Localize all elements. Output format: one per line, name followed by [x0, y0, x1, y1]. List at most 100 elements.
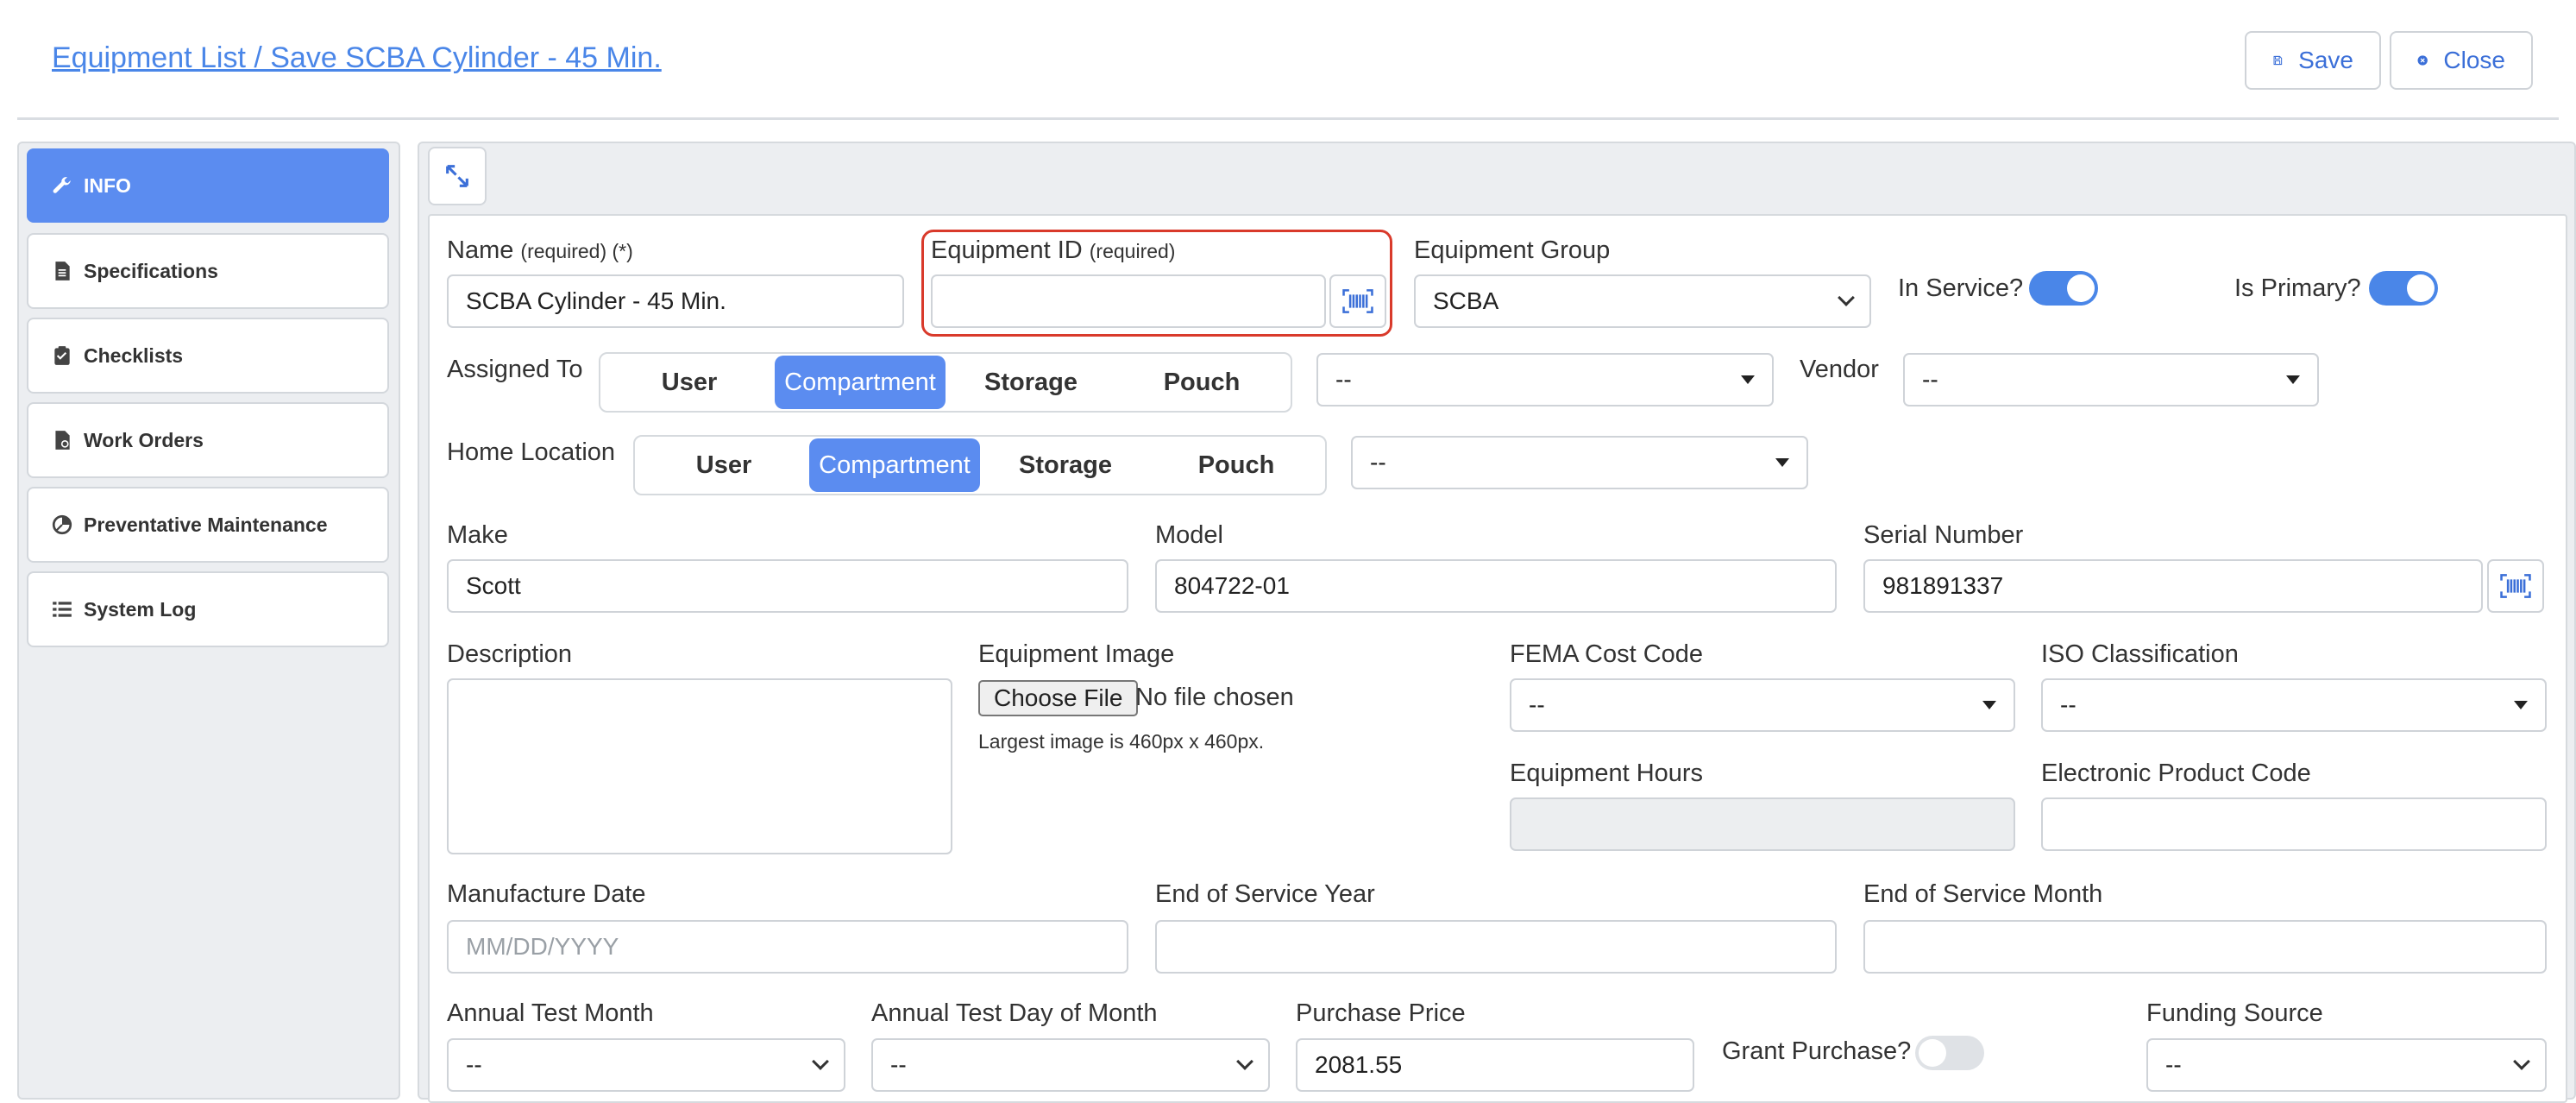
assigned-to-select-value: -- — [1335, 366, 1352, 393]
purchase-price-input[interactable]: 2081.55 — [1296, 1038, 1694, 1092]
serial-number-input[interactable]: 981891337 — [1863, 559, 2483, 613]
sidebar-item-label: System Log — [84, 597, 197, 621]
equipment-hours-input[interactable] — [1510, 797, 2015, 851]
toggle-knob — [1919, 1039, 1946, 1067]
work-order-icon — [55, 431, 70, 450]
chevron-down-icon — [2513, 1053, 2530, 1070]
fema-cost-code-value: -- — [1529, 691, 1545, 718]
toggle-knob — [2067, 274, 2095, 302]
serial-number-scan-button[interactable] — [2487, 559, 2544, 613]
equipment-image-label: Equipment Image — [978, 640, 1175, 668]
annual-test-month-value: -- — [466, 1051, 482, 1078]
funding-source-value: -- — [2165, 1051, 2182, 1078]
assigned-to-label: Assigned To — [447, 356, 583, 383]
save-label: Save — [2298, 47, 2353, 73]
wrench-icon — [53, 177, 71, 193]
assigned-to-compartment[interactable]: Compartment — [775, 356, 946, 409]
annual-test-month-select[interactable]: -- — [447, 1038, 845, 1092]
sidebar-item-label: Preventative Maintenance — [84, 513, 328, 536]
sidebar-item-label: Specifications — [84, 259, 218, 282]
expand-button[interactable] — [428, 147, 487, 205]
toggle-knob — [2407, 274, 2435, 302]
name-label: Name (required) (*) — [447, 236, 633, 264]
caret-down-icon — [2286, 375, 2300, 384]
in-service-toggle[interactable] — [2029, 271, 2098, 306]
description-label: Description — [447, 640, 573, 668]
caret-down-icon — [2514, 701, 2528, 709]
breadcrumb[interactable]: Equipment List / Save SCBA Cylinder - 45… — [52, 41, 662, 75]
equipment-hours-label: Equipment Hours — [1510, 759, 1704, 787]
sidebar-item-info[interactable]: INFO — [27, 148, 389, 223]
equipment-group-label: Equipment Group — [1414, 236, 1611, 264]
grant-purchase-label: Grant Purchase? — [1722, 1037, 1912, 1065]
sidebar-item-specifications[interactable]: Specifications — [27, 233, 389, 309]
equipment-id-input[interactable] — [931, 274, 1326, 328]
vendor-label: Vendor — [1800, 356, 1879, 383]
assigned-to-pouch[interactable]: Pouch — [1116, 356, 1287, 409]
caret-down-icon — [1775, 458, 1789, 467]
sidebar-item-label: Work Orders — [84, 428, 204, 451]
make-label: Make — [447, 521, 508, 549]
close-label: Close — [2443, 47, 2505, 73]
model-input[interactable]: 804722-01 — [1155, 559, 1837, 613]
assigned-to-user[interactable]: User — [604, 356, 775, 409]
in-service-label: In Service? — [1898, 274, 2024, 302]
funding-source-label: Funding Source — [2146, 999, 2323, 1027]
end-of-service-month-input[interactable] — [1863, 920, 2547, 974]
sidebar-item-preventative-maintenance[interactable]: Preventative Maintenance — [27, 487, 389, 563]
floppy-disk-icon — [2273, 55, 2283, 66]
equipment-group-select[interactable]: SCBA — [1414, 274, 1871, 328]
assigned-to-storage[interactable]: Storage — [946, 356, 1116, 409]
barcode-scan-icon — [1342, 289, 1373, 313]
assigned-to-select[interactable]: -- — [1316, 353, 1774, 407]
save-button[interactable]: Save — [2245, 31, 2381, 90]
home-location-segmented: User Compartment Storage Pouch — [633, 435, 1327, 495]
choose-file-button[interactable]: Choose File — [978, 680, 1139, 716]
annual-test-day-select[interactable]: -- — [871, 1038, 1270, 1092]
vendor-select[interactable]: -- — [1903, 353, 2319, 407]
equipment-group-value: SCBA — [1433, 287, 1499, 314]
model-label: Model — [1155, 521, 1223, 549]
funding-source-select[interactable]: -- — [2146, 1038, 2547, 1092]
file-status: No file chosen — [1135, 684, 1294, 711]
home-location-select[interactable]: -- — [1351, 436, 1808, 489]
electronic-product-code-input[interactable] — [2041, 797, 2547, 851]
home-location-storage[interactable]: Storage — [980, 438, 1151, 492]
manufacture-date-input[interactable]: MM/DD/YYYY — [447, 920, 1128, 974]
electronic-product-code-label: Electronic Product Code — [2041, 759, 2311, 787]
name-input[interactable]: SCBA Cylinder - 45 Min. — [447, 274, 904, 328]
close-circle-icon — [2417, 55, 2428, 66]
equipment-id-scan-button[interactable] — [1329, 274, 1386, 328]
sidebar-item-system-log[interactable]: System Log — [27, 571, 389, 647]
pie-chart-icon — [52, 514, 72, 535]
iso-classification-select[interactable]: -- — [2041, 678, 2547, 732]
sidebar-item-work-orders[interactable]: Work Orders — [27, 402, 389, 478]
make-input[interactable]: Scott — [447, 559, 1128, 613]
serial-number-label: Serial Number — [1863, 521, 2024, 549]
chevron-down-icon — [1838, 289, 1855, 306]
description-textarea[interactable] — [447, 678, 952, 854]
chevron-down-icon — [812, 1053, 829, 1070]
purchase-price-label: Purchase Price — [1296, 999, 1466, 1027]
annual-test-day-label: Annual Test Day of Month — [871, 999, 1158, 1027]
chevron-down-icon — [1236, 1053, 1253, 1070]
vendor-value: -- — [1922, 366, 1938, 393]
grant-purchase-toggle[interactable] — [1915, 1036, 1984, 1070]
is-primary-toggle[interactable] — [2369, 271, 2438, 306]
expand-icon — [446, 165, 468, 187]
fema-cost-code-select[interactable]: -- — [1510, 678, 2015, 732]
home-location-user[interactable]: User — [638, 438, 809, 492]
close-button[interactable]: Close — [2390, 31, 2533, 90]
barcode-scan-icon — [2500, 574, 2531, 598]
end-of-service-year-input[interactable] — [1155, 920, 1837, 974]
fema-cost-code-label: FEMA Cost Code — [1510, 640, 1704, 668]
home-location-compartment[interactable]: Compartment — [809, 438, 980, 492]
end-of-service-year-label: End of Service Year — [1155, 880, 1375, 908]
annual-test-month-label: Annual Test Month — [447, 999, 654, 1027]
sidebar-item-checklists[interactable]: Checklists — [27, 318, 389, 394]
manufacture-date-label: Manufacture Date — [447, 880, 646, 908]
home-location-pouch[interactable]: Pouch — [1151, 438, 1322, 492]
iso-classification-value: -- — [2060, 691, 2077, 718]
list-icon — [53, 602, 72, 617]
caret-down-icon — [1982, 701, 1996, 709]
